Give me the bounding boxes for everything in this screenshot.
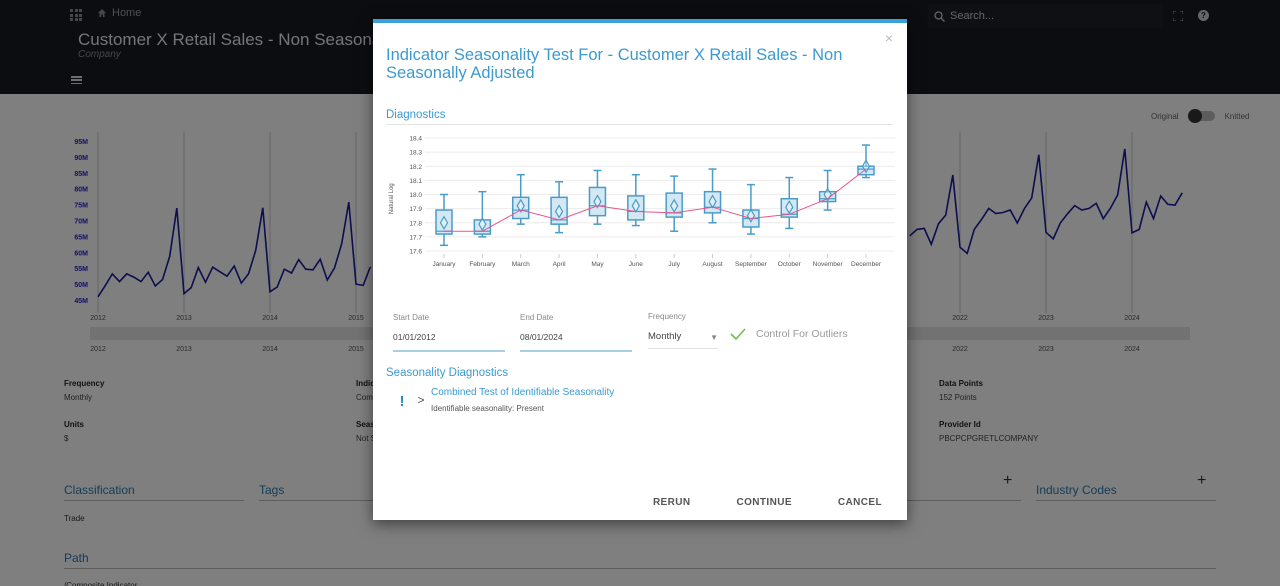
control-outliers-checkbox[interactable]: Control For Outliers <box>730 327 848 341</box>
y-tick-label: 18.1 <box>409 178 422 185</box>
x-tick-label: November <box>813 261 844 268</box>
rerun-button[interactable]: RERUN <box>653 497 691 508</box>
end-date-value[interactable]: 08/01/2024 <box>520 332 632 342</box>
x-tick-label: August <box>702 261 722 268</box>
warning-icon: ! <box>399 393 405 410</box>
start-date-field[interactable]: Start Date 01/01/2012 <box>393 313 505 352</box>
box-june <box>627 173 645 227</box>
y-tick-label: 17.6 <box>409 249 422 256</box>
box-february <box>473 190 492 238</box>
dropdown-arrow-icon: ▼ <box>710 333 718 342</box>
y-axis-label: Natural Log <box>389 183 395 214</box>
box-april <box>550 181 568 234</box>
box-august <box>703 168 722 224</box>
x-tick-label: June <box>629 261 643 268</box>
frequency-select[interactable]: Frequency Monthly ▼ <box>648 312 718 349</box>
cancel-button[interactable]: CANCEL <box>838 497 882 508</box>
control-outliers-label: Control For Outliers <box>756 328 848 340</box>
y-tick-label: 18.2 <box>409 164 422 171</box>
frequency-value: Monthly <box>648 331 682 342</box>
box-december <box>857 144 875 179</box>
y-tick-label: 18.3 <box>409 150 422 157</box>
checkmark-icon <box>730 328 746 341</box>
diagnostic-result: Identifiable seasonality: Present <box>431 404 544 413</box>
frequency-label: Frequency <box>648 312 686 321</box>
x-tick-label: October <box>778 261 802 268</box>
dialog-actions: RERUN CONTINUE CANCEL <box>653 497 907 508</box>
diagnostic-title[interactable]: Combined Test of Identifiable Seasonalit… <box>431 387 614 398</box>
box-may <box>588 169 607 225</box>
x-tick-label: March <box>512 261 530 268</box>
box-january <box>435 193 453 247</box>
x-tick-label: December <box>851 261 882 268</box>
x-tick-label: February <box>469 261 496 268</box>
diagnostics-heading: Diagnostics <box>386 109 893 125</box>
box-september <box>742 183 760 235</box>
continue-button[interactable]: CONTINUE <box>737 497 792 508</box>
diagnostic-item[interactable]: ! > Combined Test of Identifiable Season… <box>393 387 615 413</box>
start-date-label: Start Date <box>393 313 430 322</box>
seasonality-box-plot: 18.4 18.3 18.2 18.1 18.0 17.9 17.8 17.7 17.6 Natu… <box>389 136 895 268</box>
dialog-title: Indicator Seasonality Test For - Custome… <box>386 46 843 82</box>
seasonality-diagnostics-heading: Seasonality Diagnostics <box>386 367 509 379</box>
box-november <box>818 169 837 211</box>
y-tick-label: 18.4 <box>409 136 422 143</box>
start-date-value[interactable]: 01/01/2012 <box>393 332 505 342</box>
x-tick-label: January <box>432 261 456 268</box>
median-trend-line <box>444 168 867 232</box>
y-tick-label: 17.8 <box>409 220 422 227</box>
close-icon[interactable]: × <box>885 30 893 46</box>
x-tick-label: September <box>735 261 768 268</box>
y-tick-label: 18.0 <box>409 192 422 199</box>
chevron-right-icon[interactable]: > <box>411 387 431 413</box>
y-tick-label: 17.9 <box>409 206 422 213</box>
end-date-field[interactable]: End Date 08/01/2024 <box>520 313 632 352</box>
end-date-label: End Date <box>520 313 554 322</box>
x-tick-label: May <box>591 261 604 268</box>
seasonality-test-dialog: × Indicator Seasonality Test For - Custo… <box>373 19 907 520</box>
x-tick-label: July <box>668 261 680 268</box>
y-tick-label: 17.7 <box>409 234 422 241</box>
box-october <box>780 176 799 230</box>
box-march <box>511 173 530 225</box>
x-tick-label: April <box>553 261 567 268</box>
